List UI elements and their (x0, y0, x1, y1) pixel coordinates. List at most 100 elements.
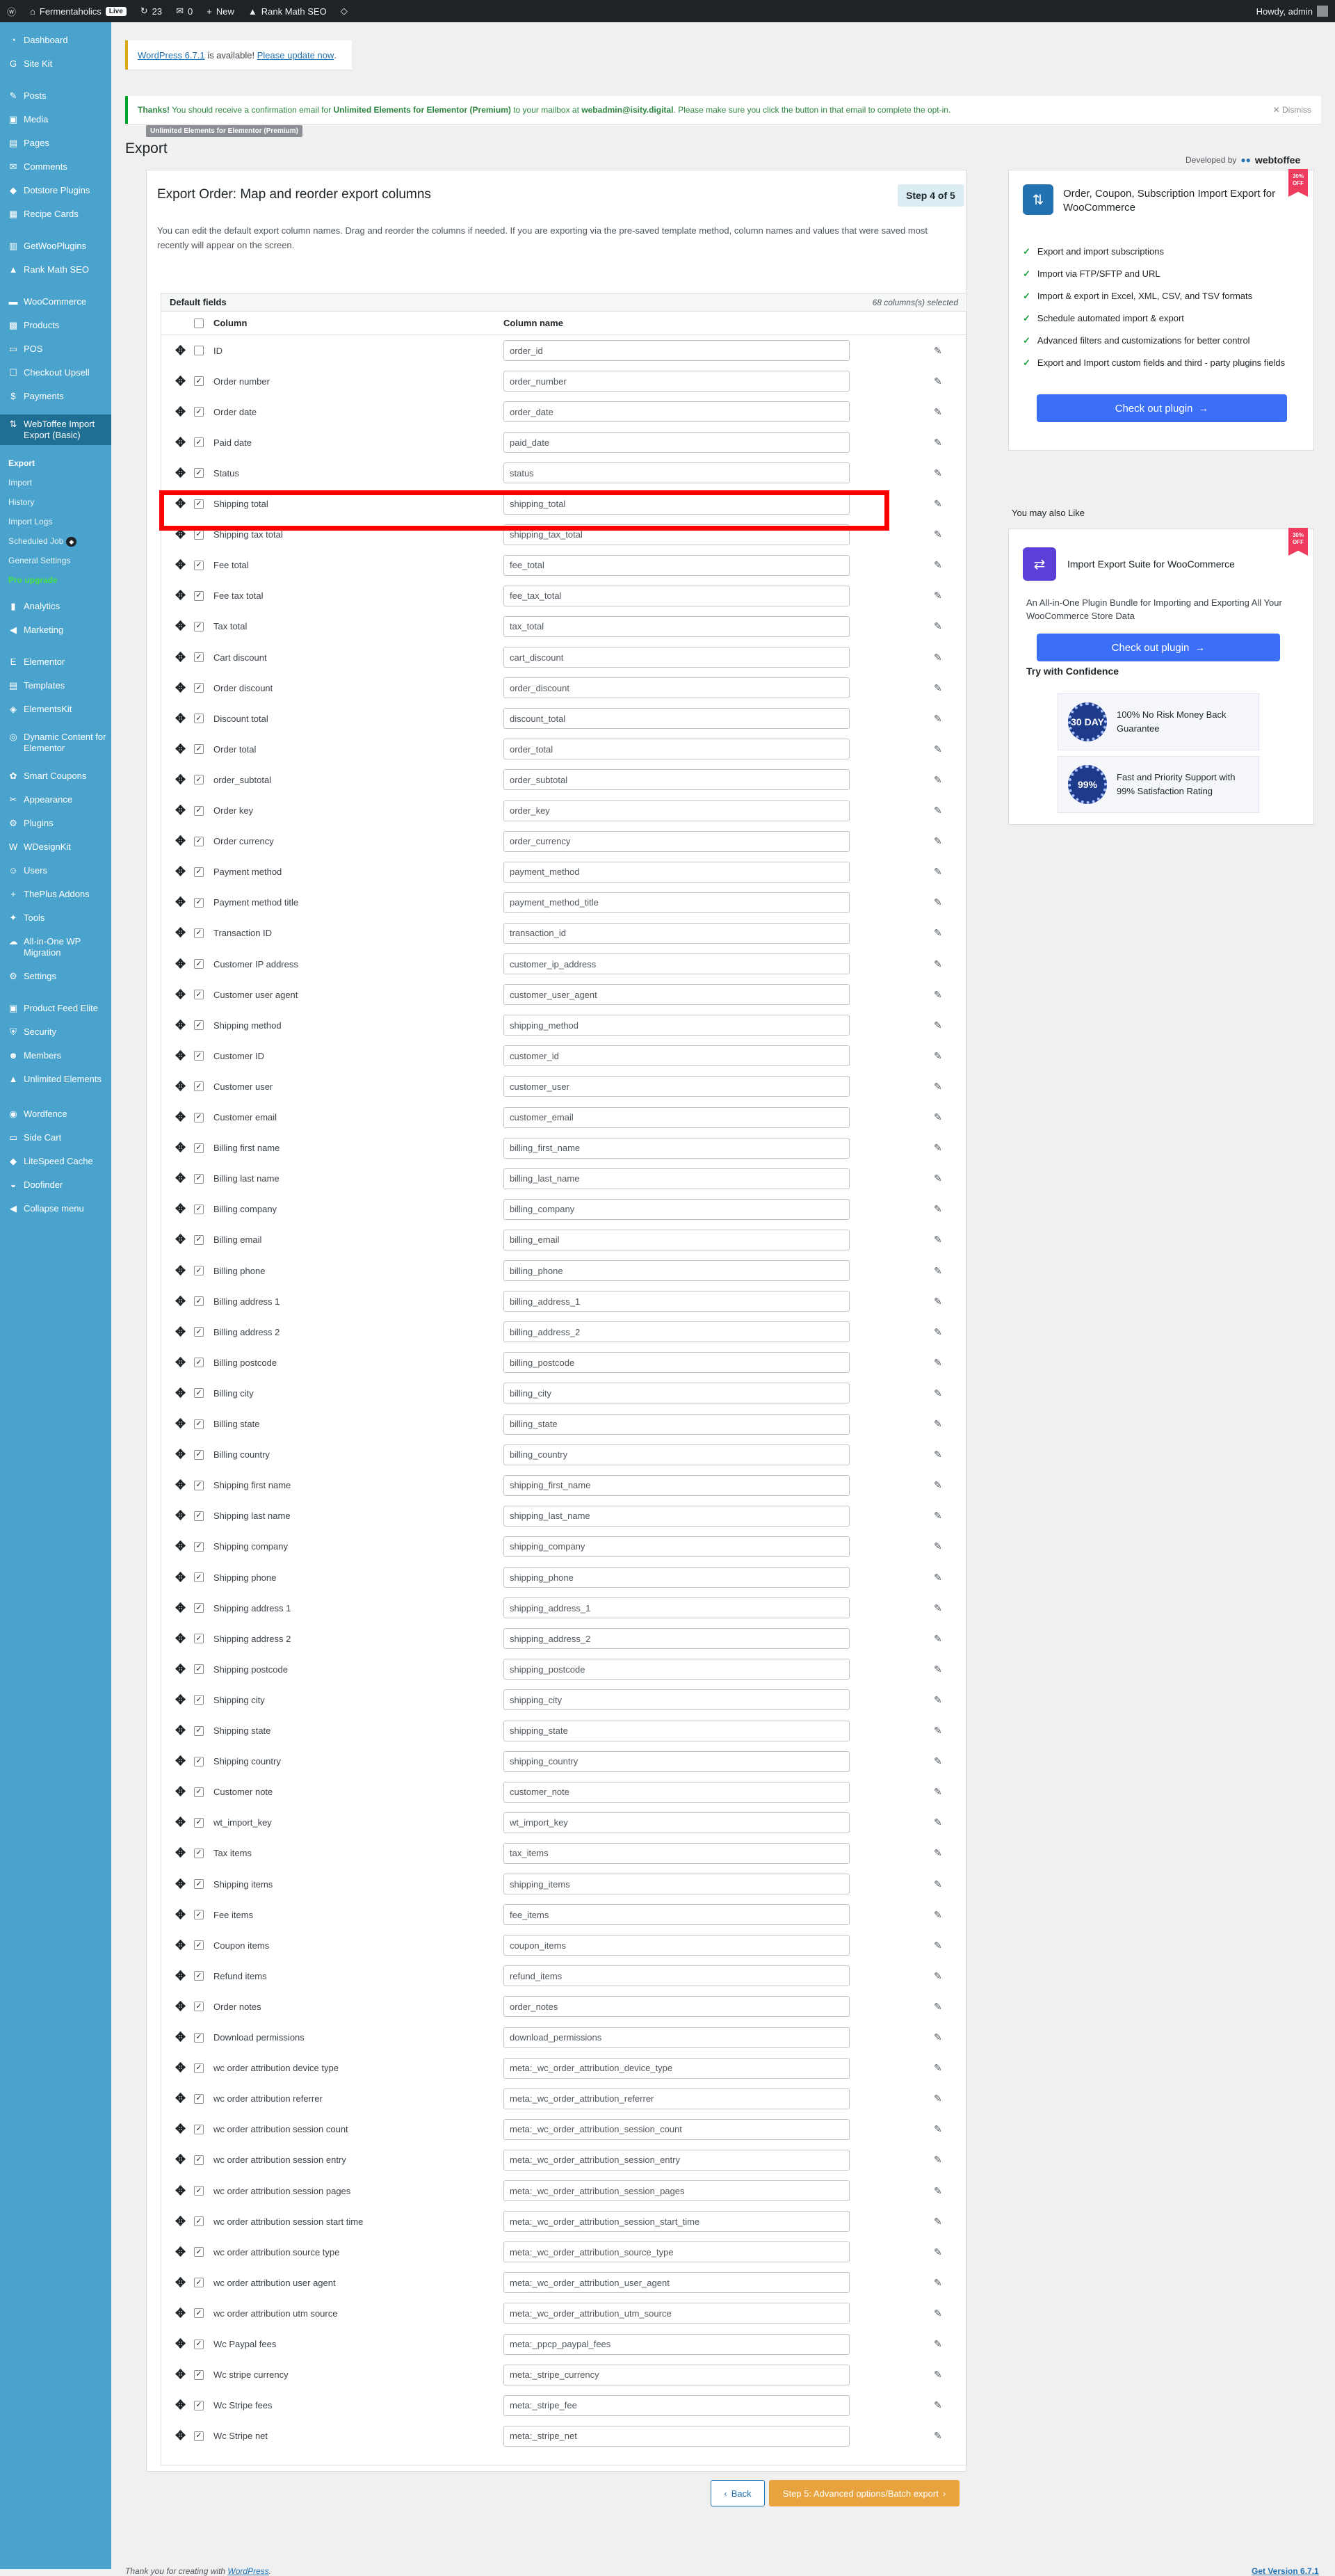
pencil-icon[interactable]: ✎ (934, 376, 942, 387)
submenu-item[interactable]: Scheduled Job ◆ (0, 536, 77, 547)
drag-handle-icon[interactable]: ✥ (175, 405, 186, 419)
drag-handle-icon[interactable]: ✥ (175, 957, 186, 972)
row-checkbox[interactable]: ✓ (194, 1971, 204, 1981)
sidebar-item-side-cart[interactable]: ▭ Side Cart (0, 1132, 111, 1143)
submenu-item[interactable]: Export (0, 458, 35, 469)
row-checkbox[interactable]: ✓ (194, 2186, 204, 2196)
sidebar-item-migration[interactable]: ☁ All-in-One WP Migration (0, 936, 111, 958)
drag-handle-icon[interactable]: ✥ (175, 619, 186, 634)
drag-handle-icon[interactable]: ✥ (175, 1785, 186, 1799)
drag-handle-icon[interactable]: ✥ (175, 588, 186, 603)
drag-handle-icon[interactable]: ✥ (175, 1049, 186, 1063)
sidebar-item-posts[interactable]: ✎ Posts (0, 90, 111, 102)
row-checkbox[interactable]: ✓ (194, 1787, 204, 1797)
drag-handle-icon[interactable]: ✥ (175, 1478, 186, 1492)
sidebar-item-wordfence[interactable]: ◉ Wordfence (0, 1109, 111, 1120)
column-name-input[interactable] (503, 800, 850, 821)
pencil-icon[interactable]: ✎ (934, 1878, 942, 1890)
select-all-checkbox[interactable] (194, 318, 204, 328)
column-name-input[interactable] (503, 861, 850, 883)
row-checkbox[interactable]: ✓ (194, 2369, 204, 2380)
pencil-icon[interactable]: ✎ (934, 1418, 942, 1430)
pencil-icon[interactable]: ✎ (934, 2001, 942, 2013)
pencil-icon[interactable]: ✎ (934, 1602, 942, 1614)
drag-handle-icon[interactable]: ✥ (175, 2306, 186, 2321)
drag-handle-icon[interactable]: ✥ (175, 1754, 186, 1769)
pencil-icon[interactable]: ✎ (934, 682, 942, 694)
drag-handle-icon[interactable]: ✥ (175, 681, 186, 695)
row-checkbox[interactable]: ✓ (194, 376, 204, 387)
sidebar-item-product-feed[interactable]: ▣ Product Feed Elite (0, 1003, 111, 1014)
column-name-input[interactable] (503, 1904, 850, 1926)
pencil-icon[interactable]: ✎ (934, 2308, 942, 2319)
pencil-icon[interactable]: ✎ (934, 2369, 942, 2381)
pencil-icon[interactable]: ✎ (934, 713, 942, 725)
pencil-icon[interactable]: ✎ (934, 1694, 942, 1706)
pencil-icon[interactable]: ✎ (934, 2154, 942, 2166)
drag-handle-icon[interactable]: ✥ (175, 1110, 186, 1125)
sidebar-item-pages[interactable]: ▤ Pages (0, 138, 111, 149)
column-name-input[interactable] (503, 1567, 850, 1588)
sidebar-item-doofinder[interactable]: ◒ Doofinder (0, 1180, 111, 1191)
drag-handle-icon[interactable]: ✥ (175, 1232, 186, 1247)
column-name-input[interactable] (503, 2333, 850, 2355)
sidebar-item-theplus[interactable]: + ThePlus Addons (0, 889, 111, 900)
drag-handle-icon[interactable]: ✥ (175, 1570, 186, 1585)
column-name-input[interactable] (503, 1076, 850, 1097)
pencil-icon[interactable]: ✎ (934, 590, 942, 602)
promo-checkout-button[interactable]: Check out plugin → (1037, 394, 1287, 422)
row-checkbox[interactable]: ✓ (194, 2093, 204, 2104)
pencil-icon[interactable]: ✎ (934, 1540, 942, 1552)
row-checkbox[interactable]: ✓ (194, 1603, 204, 1613)
dismiss-button[interactable]: ✕ Dismiss (1273, 105, 1311, 115)
column-name-input[interactable] (503, 1045, 850, 1067)
drag-handle-icon[interactable]: ✥ (175, 1141, 186, 1155)
drag-handle-icon[interactable]: ✥ (175, 1999, 186, 2014)
pencil-icon[interactable]: ✎ (934, 1111, 942, 1123)
row-checkbox[interactable]: ✓ (194, 1910, 204, 1920)
column-name-input[interactable] (503, 401, 850, 423)
drag-handle-icon[interactable]: ✥ (175, 895, 186, 910)
version-link[interactable]: Get Version 6.7.1 (1252, 2566, 1319, 2576)
drag-handle-icon[interactable]: ✥ (175, 2245, 186, 2260)
column-name-input[interactable] (503, 1015, 850, 1036)
column-name-input[interactable] (503, 1597, 850, 1619)
pencil-icon[interactable]: ✎ (934, 1847, 942, 1859)
drag-handle-icon[interactable]: ✥ (175, 2030, 186, 2045)
pencil-icon[interactable]: ✎ (934, 2246, 942, 2258)
column-name-input[interactable] (503, 892, 850, 913)
sidebar-item-litespeed[interactable]: ◆ LiteSpeed Cache (0, 1156, 111, 1167)
drag-handle-icon[interactable]: ✥ (175, 803, 186, 818)
sidebar-item-appearance[interactable]: ✂ Appearance (0, 794, 111, 805)
pencil-icon[interactable]: ✎ (934, 1755, 942, 1767)
sidebar-item-comments[interactable]: ✉ Comments (0, 161, 111, 172)
wordpress-version-link[interactable]: WordPress 6.7.1 (138, 50, 205, 61)
row-checkbox[interactable]: ✓ (194, 1358, 204, 1368)
row-checkbox[interactable]: ✓ (194, 714, 204, 724)
drag-handle-icon[interactable]: ✥ (175, 2337, 186, 2351)
column-name-input[interactable] (503, 615, 850, 637)
row-checkbox[interactable]: ✓ (194, 836, 204, 846)
row-checkbox[interactable]: ✓ (194, 1725, 204, 1736)
pencil-icon[interactable]: ✎ (934, 1909, 942, 1921)
sidebar-item-elementskit[interactable]: ◈ ElementsKit (0, 704, 111, 715)
row-checkbox[interactable]: ✓ (194, 990, 204, 1000)
row-checkbox[interactable]: ✓ (194, 805, 204, 816)
row-checkbox[interactable]: ✓ (194, 437, 204, 448)
new-content-link[interactable]: + New (200, 0, 241, 22)
pencil-icon[interactable]: ✎ (934, 1449, 942, 1460)
column-name-input[interactable] (503, 371, 850, 392)
column-name-input[interactable] (503, 2088, 850, 2109)
row-checkbox[interactable]: ✓ (194, 1173, 204, 1184)
column-name-input[interactable] (503, 1750, 850, 1772)
column-name-input[interactable] (503, 554, 850, 576)
row-checkbox[interactable]: ✓ (194, 2400, 204, 2410)
updates-link[interactable]: ↻ 23 (134, 0, 169, 22)
column-name-input[interactable] (503, 1291, 850, 1312)
pencil-icon[interactable]: ✎ (934, 805, 942, 816)
pencil-icon[interactable]: ✎ (934, 1940, 942, 1951)
row-checkbox[interactable]: ✓ (194, 897, 204, 908)
row-checkbox[interactable]: ✓ (194, 590, 204, 601)
column-name-input[interactable] (503, 922, 850, 944)
column-name-input[interactable] (503, 462, 850, 484)
